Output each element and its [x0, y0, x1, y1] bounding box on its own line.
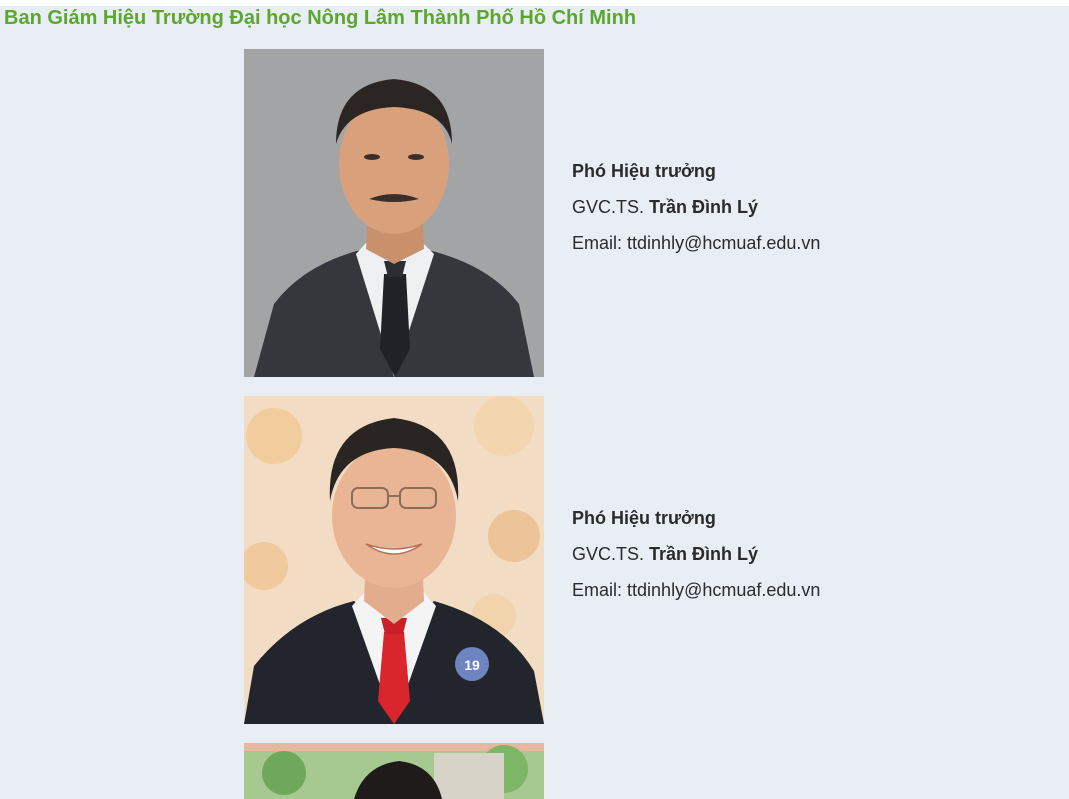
member-name: Trần Đình Lý [649, 544, 759, 564]
email-label: Email: [572, 233, 623, 253]
member-card: Phó Hiệu trưởng GVC.TS. Trần Đình Lý Ema… [244, 49, 944, 379]
member-card: 19 Phó Hiệu trưởng GVC.TS. Trần Đình Lý [244, 396, 944, 726]
member-name-line: GVC.TS. Trần Đình Lý [572, 189, 820, 225]
page-title: Ban Giám Hiệu Trường Đại học Nông Lâm Th… [4, 7, 637, 29]
member-email-line: Email: ttdinhly@hcmuaf.edu.vn [572, 572, 820, 608]
member-email[interactable]: ttdinhly@hcmuaf.edu.vn [627, 580, 820, 600]
member-name: Trần Đình Lý [649, 197, 759, 217]
member-email[interactable]: ttdinhly@hcmuaf.edu.vn [627, 233, 820, 253]
member-info: Phó Hiệu trưởng GVC.TS. Trần Đình Lý Ema… [572, 500, 820, 608]
member-card [244, 743, 944, 799]
member-photo [244, 743, 544, 799]
member-info: Phó Hiệu trưởng GVC.TS. Trần Đình Lý Ema… [572, 153, 820, 261]
member-role: Phó Hiệu trưởng [572, 161, 716, 181]
member-photo: 19 [244, 396, 544, 724]
svg-text:19: 19 [464, 657, 480, 673]
member-degree: GVC.TS. [572, 544, 645, 564]
member-name-line: GVC.TS. Trần Đình Lý [572, 536, 820, 572]
email-label: Email: [572, 580, 623, 600]
member-role: Phó Hiệu trưởng [572, 508, 716, 528]
member-email-line: Email: ttdinhly@hcmuaf.edu.vn [572, 225, 820, 261]
page-content: Ban Giám Hiệu Trường Đại học Nông Lâm Th… [0, 6, 1069, 799]
member-photo [244, 49, 544, 377]
member-degree: GVC.TS. [572, 197, 645, 217]
